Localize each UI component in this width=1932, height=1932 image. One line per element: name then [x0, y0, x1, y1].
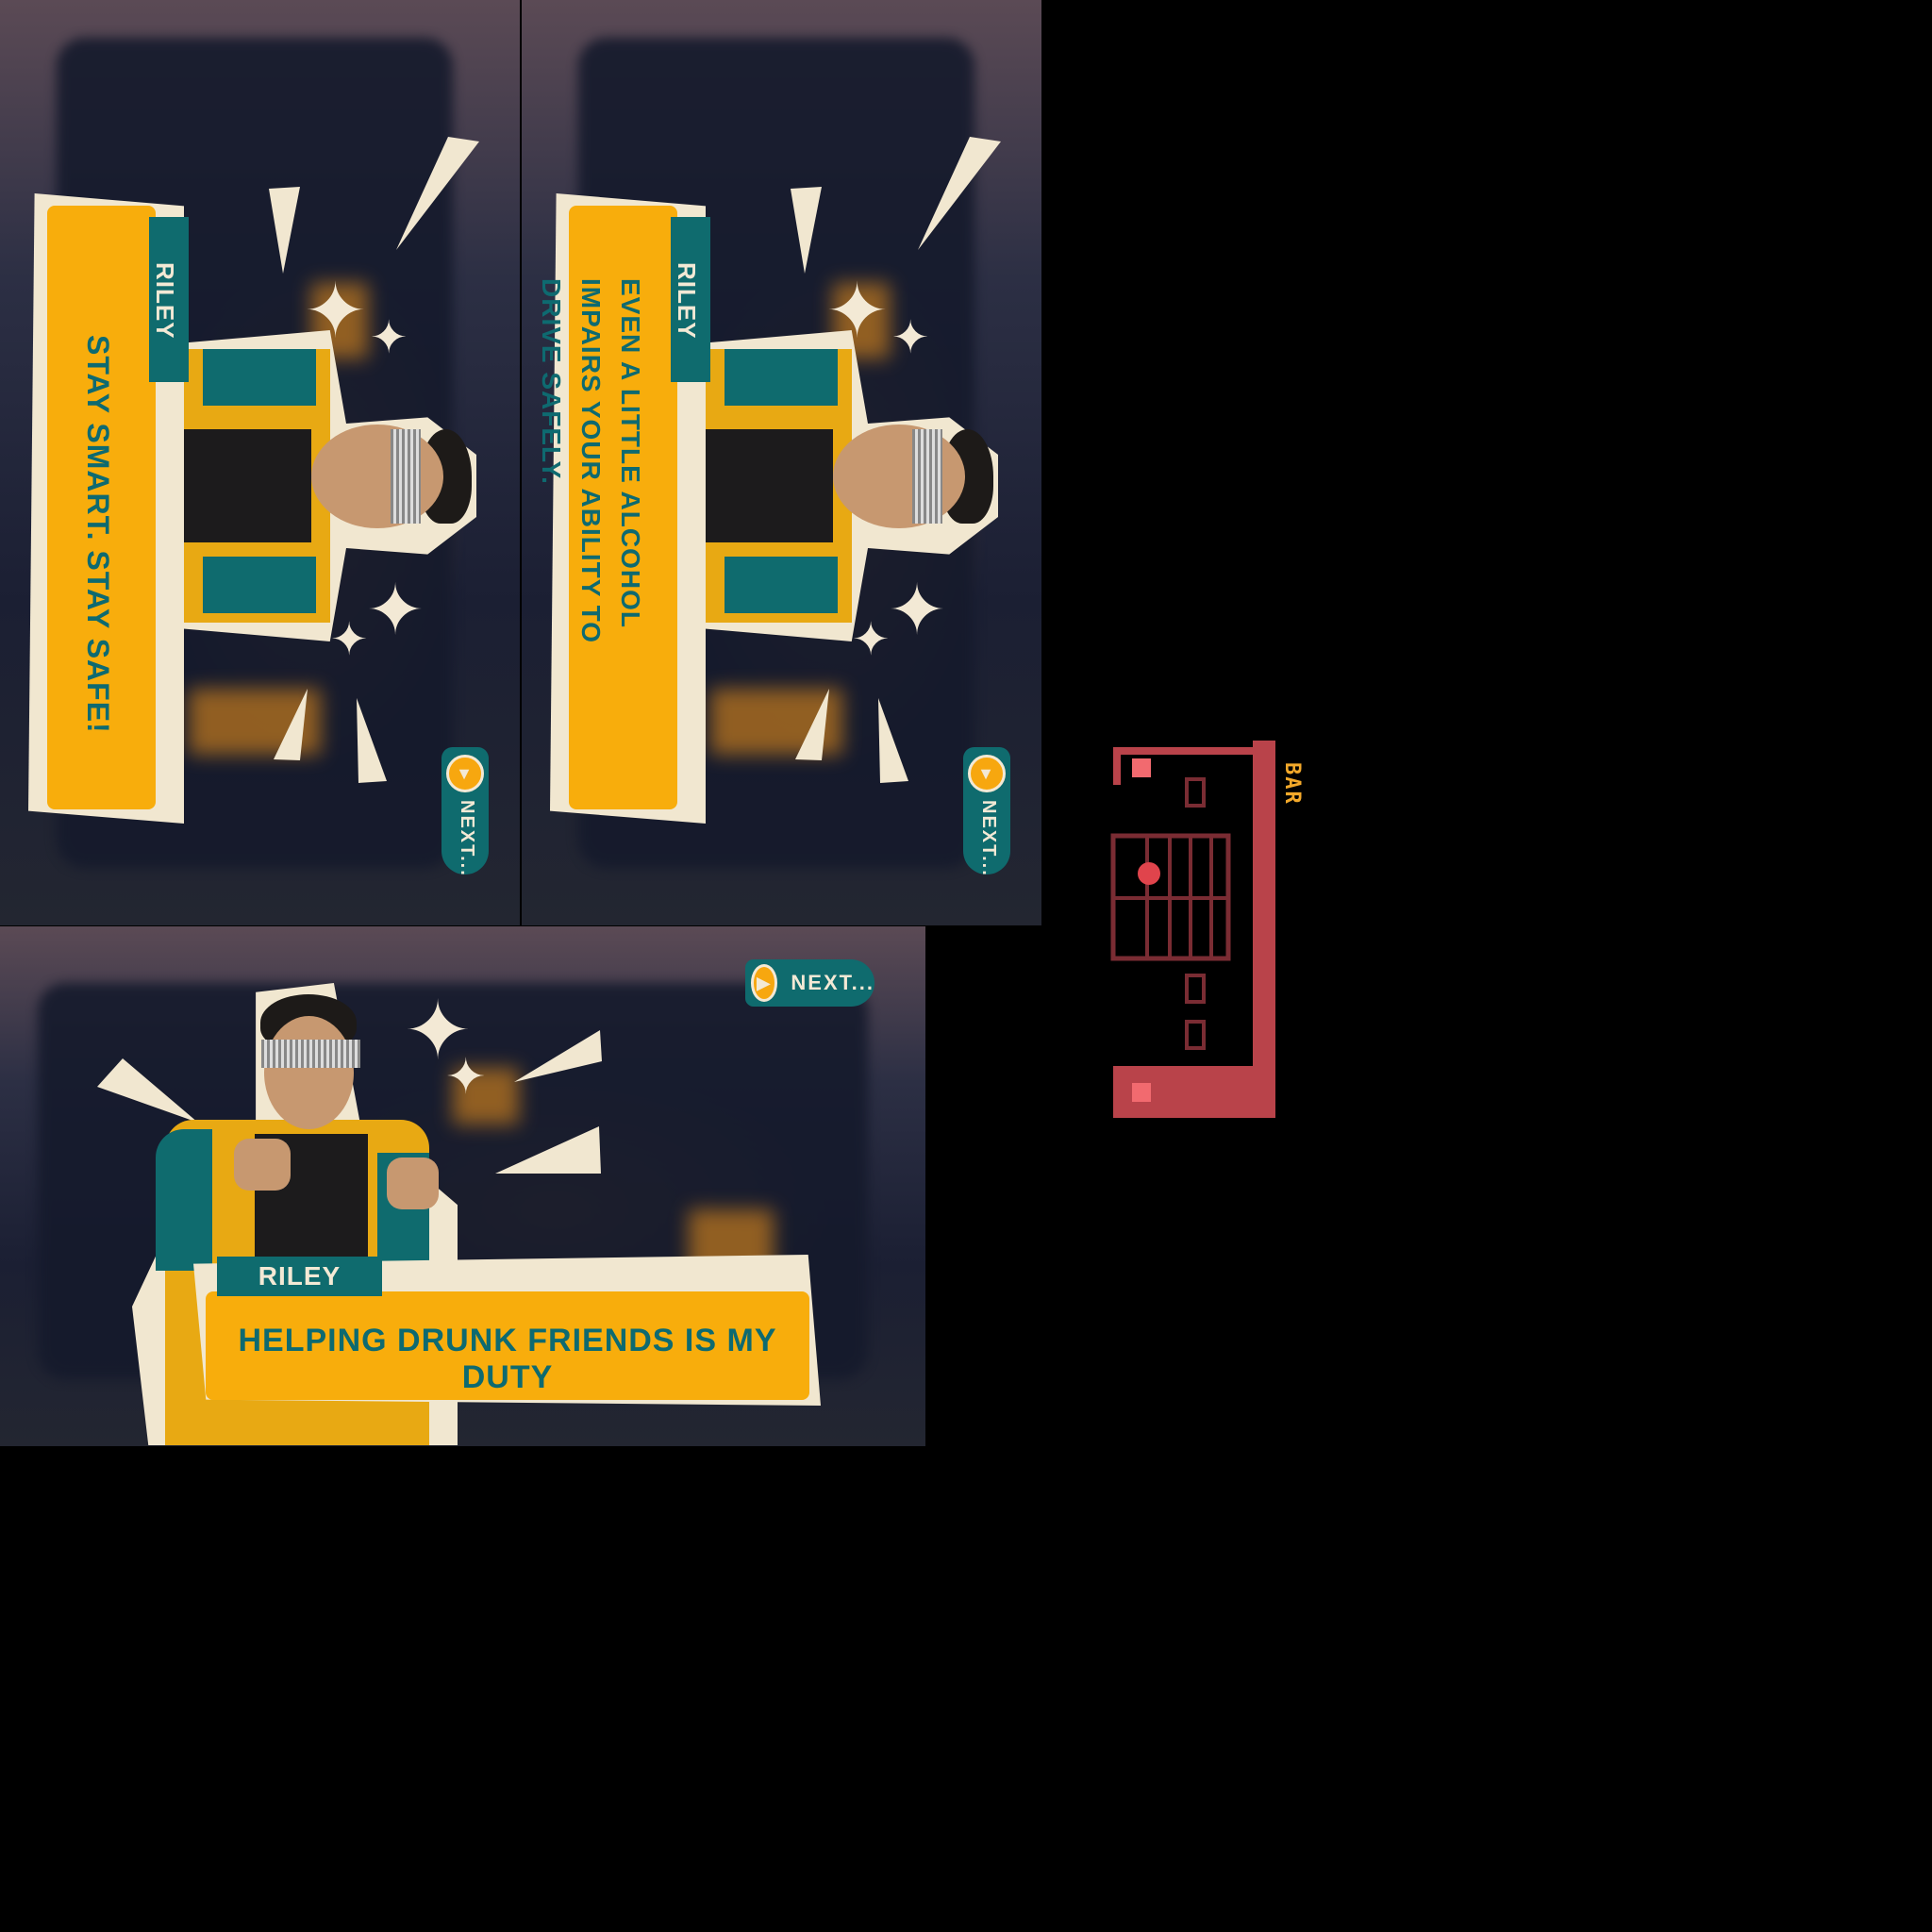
next-button[interactable]: ▶ NEXT... — [745, 959, 874, 1007]
speaker-name-tag: RILEY — [671, 217, 710, 382]
play-icon: ▶ — [751, 964, 778, 1002]
dialogue-scene-1: ✦ ✦ ✦ ✦ RILEY STAY SMART. STAY SAFE! ▼ N… — [0, 0, 520, 925]
character-eyes-collage — [912, 429, 942, 524]
speaker-name: RILEY — [673, 262, 701, 340]
sparkle-icon: ✦ — [366, 571, 425, 649]
minimap-label: BAR — [1280, 762, 1304, 806]
minimap: BAR — [1104, 736, 1321, 1132]
sparkle-icon: ✦ — [445, 1050, 487, 1105]
speaker-name: RILEY — [151, 262, 179, 340]
character-face — [311, 425, 443, 528]
next-label: NEXT... — [791, 971, 874, 994]
next-label: NEXT... — [978, 800, 999, 877]
sparkle-icon: ✦ — [888, 571, 947, 649]
character-tshirt — [691, 429, 833, 542]
character-eyes-collage — [261, 1040, 360, 1068]
next-button[interactable]: ▼ NEXT... — [963, 747, 1010, 877]
dialogue-scene-2: ✦ ✦ ✦ ✦ RILEY EVEN A LITTLE ALCOHOL IMPA… — [522, 0, 1041, 925]
play-icon: ▼ — [968, 755, 1006, 792]
sparkle-icon: ✦ — [370, 313, 408, 363]
play-icon: ▼ — [446, 755, 484, 792]
dialog-message-text: STAY SMART. STAY SAFE! — [81, 335, 115, 734]
character-thumb-left — [234, 1139, 291, 1191]
sparkle-icon: ✦ — [330, 615, 369, 665]
speaker-name-tag: RILEY — [149, 217, 189, 382]
sparkle-icon: ✦ — [891, 313, 930, 363]
character-face — [264, 1016, 354, 1129]
character-shirt-stripe — [203, 557, 316, 613]
dialog-message: EVEN A LITTLE ALCOHOL IMPAIRS YOUR ABILI… — [537, 278, 663, 731]
dialog-message: STAY SMART. STAY SAFE! — [81, 335, 121, 788]
dialogue-scene-3: ✦ ✦ RILEY HELPING DRUNK FRIENDS IS MY DU… — [0, 926, 925, 1446]
character-face — [833, 425, 965, 528]
next-label: NEXT... — [457, 800, 477, 877]
sparkle-icon: ✦ — [852, 615, 891, 665]
character-shirt-stripe — [156, 1129, 212, 1271]
character-shirt-stripe — [724, 557, 838, 613]
character-tshirt — [170, 429, 311, 542]
next-button[interactable]: ▼ NEXT... — [441, 747, 489, 877]
character-shirt-stripe — [203, 349, 316, 406]
character-thumb-right — [387, 1158, 439, 1209]
dialog-message-text: EVEN A LITTLE ALCOHOL IMPAIRS YOUR ABILI… — [537, 278, 645, 644]
dialog-message: HELPING DRUNK FRIENDS IS MY DUTY — [238, 1323, 777, 1395]
speaker-name: RILEY — [258, 1261, 341, 1291]
speaker-name-tag: RILEY — [217, 1257, 382, 1296]
character-shirt-stripe — [724, 349, 838, 406]
character-eyes-collage — [391, 429, 421, 524]
